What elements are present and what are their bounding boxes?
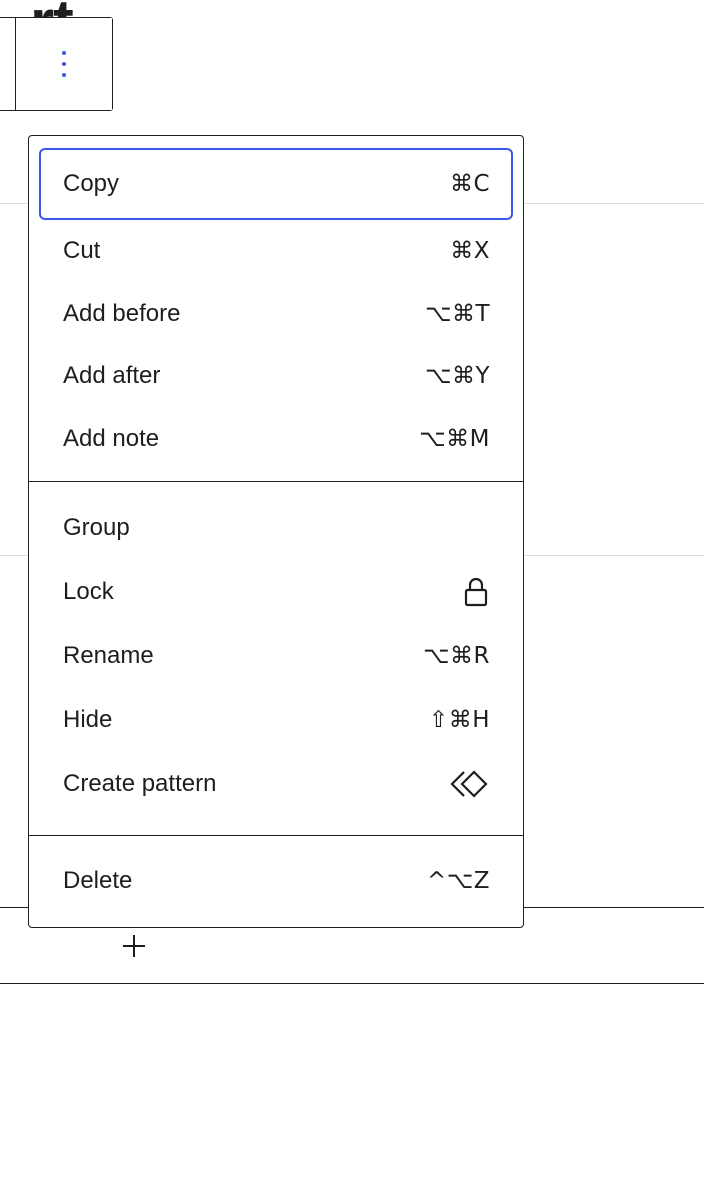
menu-item-label: Cut	[63, 237, 101, 265]
menu-group-destructive: Delete ^⌥Z	[29, 835, 523, 923]
menu-item-shortcut: ⌥⌘M	[419, 425, 490, 452]
menu-item-shortcut: ⇧⌘H	[428, 707, 490, 733]
toolbar-block-switcher[interactable]	[0, 18, 16, 110]
menu-item-add-before[interactable]: Add before ⌥⌘T	[39, 283, 513, 346]
menu-item-cut[interactable]: Cut ⌘X	[39, 220, 513, 283]
menu-item-shortcut: ^⌥Z	[426, 868, 490, 895]
menu-item-shortcut: ⌘X	[450, 238, 490, 265]
menu-item-lock[interactable]: Lock	[39, 560, 513, 624]
menu-item-label: Copy	[63, 170, 120, 197]
add-block-button[interactable]	[118, 930, 150, 962]
menu-item-group[interactable]: Group	[39, 496, 513, 560]
block-outline-bottom	[0, 983, 704, 984]
block-options-button[interactable]	[16, 18, 112, 110]
menu-group-block-tools: Group Lock Rename ⌥⌘R Hide ⇧⌘H Create pa…	[29, 481, 523, 835]
pattern-icon	[450, 768, 490, 800]
menu-item-label: Lock	[63, 578, 114, 605]
menu-item-label: Add after	[63, 362, 161, 390]
menu-item-hide[interactable]: Hide ⇧⌘H	[39, 688, 513, 752]
menu-item-copy[interactable]: Copy ⌘C	[39, 148, 513, 220]
menu-item-delete[interactable]: Delete ^⌥Z	[39, 850, 513, 913]
menu-item-create-pattern[interactable]: Create pattern	[39, 752, 513, 816]
block-options-menu: Copy ⌘C Cut ⌘X Add before ⌥⌘T Add after …	[28, 135, 524, 928]
plus-icon	[123, 935, 145, 957]
menu-item-label: Hide	[63, 706, 113, 733]
menu-item-add-after[interactable]: Add after ⌥⌘Y	[39, 345, 513, 408]
menu-item-rename[interactable]: Rename ⌥⌘R	[39, 624, 513, 688]
menu-item-label: Add note	[63, 424, 160, 452]
menu-item-shortcut: ⌥⌘R	[423, 643, 490, 669]
menu-item-shortcut: ⌥⌘T	[424, 300, 490, 327]
menu-item-label: Group	[63, 514, 130, 541]
menu-item-shortcut: ⌥⌘Y	[424, 363, 490, 390]
menu-item-shortcut: ⌘C	[449, 171, 490, 197]
menu-item-label: Add before	[63, 299, 181, 327]
menu-group-edit: Copy ⌘C Cut ⌘X Add before ⌥⌘T Add after …	[29, 136, 523, 481]
lock-icon	[462, 576, 490, 608]
vertical-ellipsis-icon	[62, 51, 66, 77]
menu-item-add-note[interactable]: Add note ⌥⌘M	[39, 408, 513, 471]
block-toolbar	[0, 17, 113, 111]
menu-item-label: Rename	[63, 642, 154, 669]
menu-item-label: Create pattern	[63, 770, 217, 797]
menu-item-label: Delete	[63, 867, 133, 895]
